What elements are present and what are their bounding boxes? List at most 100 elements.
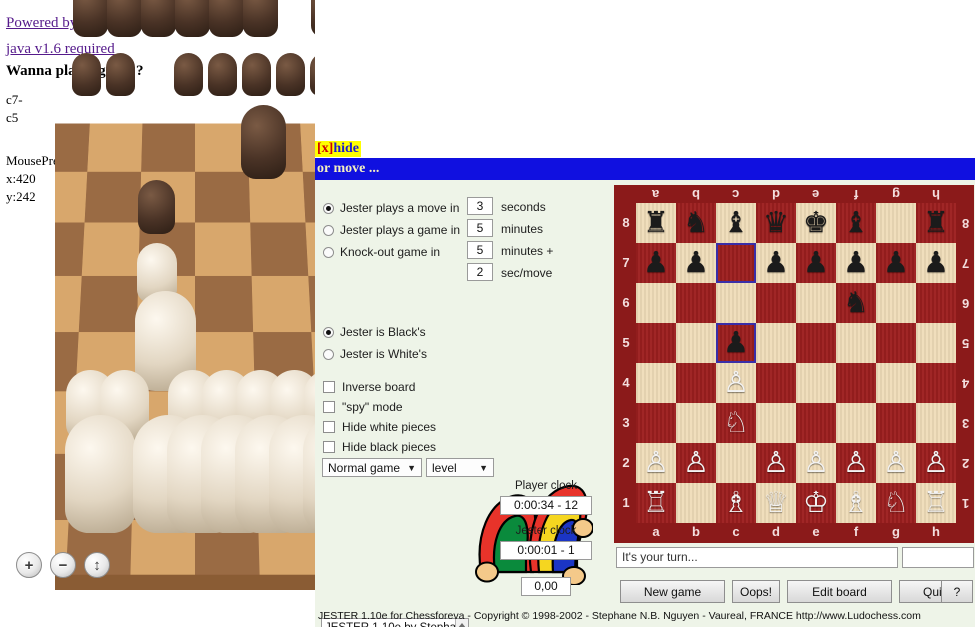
checkbox-hide-white[interactable]: Hide white pieces [323, 418, 436, 436]
board-square-e6[interactable] [796, 283, 836, 323]
knockout-minutes-input[interactable]: 5 [467, 241, 493, 259]
piece-bp[interactable]: ♟ [763, 248, 789, 278]
board-square-a7[interactable]: ♟ [636, 243, 676, 283]
piece3d-bk[interactable] [209, 0, 244, 38]
seconds-input[interactable]: 3 [467, 197, 493, 215]
checkbox-icon[interactable] [323, 441, 335, 453]
piece-wp[interactable]: ♙ [803, 448, 829, 478]
board3d-square[interactable] [55, 123, 90, 172]
board-square-d3[interactable] [756, 403, 796, 443]
piece-wp[interactable]: ♙ [723, 368, 749, 398]
board-square-d5[interactable] [756, 323, 796, 363]
piece3d-bn[interactable] [107, 0, 142, 38]
board-square-h1[interactable]: ♖ [916, 483, 956, 523]
piece3d-bb[interactable] [243, 0, 278, 38]
checkbox-icon[interactable] [323, 401, 335, 413]
piece3d-bp[interactable] [72, 52, 102, 96]
board3d-square[interactable] [250, 222, 309, 276]
piece3d-br[interactable] [311, 0, 315, 38]
board-square-h4[interactable] [916, 363, 956, 403]
board-square-b4[interactable] [676, 363, 716, 403]
checkbox-icon[interactable] [323, 421, 335, 433]
mode-option-2[interactable]: Knock-out game in [323, 242, 440, 262]
board3d-square[interactable] [78, 275, 139, 333]
piece-wp[interactable]: ♙ [763, 448, 789, 478]
piece-wn[interactable]: ♘ [723, 408, 749, 438]
piece3d-bp[interactable] [276, 52, 306, 96]
board-square-f5[interactable] [836, 323, 876, 363]
hide-applet-toggle[interactable]: [x]hide [315, 141, 362, 157]
scroll-up-icon[interactable] [458, 623, 466, 627]
piece-wr[interactable]: ♖ [923, 488, 949, 518]
board-square-b1[interactable] [676, 483, 716, 523]
board-square-h5[interactable] [916, 323, 956, 363]
board3d-square[interactable] [55, 222, 85, 276]
board-square-a4[interactable] [636, 363, 676, 403]
board3d-square[interactable] [302, 171, 315, 223]
board-square-d1[interactable]: ♕ [756, 483, 796, 523]
piece-bp[interactable]: ♟ [723, 328, 749, 358]
board-square-b3[interactable] [676, 403, 716, 443]
piece-bp[interactable]: ♟ [643, 248, 669, 278]
radio-icon[interactable] [323, 224, 334, 236]
board-square-g5[interactable] [876, 323, 916, 363]
board3d-square[interactable] [195, 171, 251, 223]
piece-wp[interactable]: ♙ [923, 448, 949, 478]
piece3d-bp[interactable] [208, 52, 238, 96]
piece-br[interactable]: ♜ [923, 208, 949, 238]
board-square-b8[interactable]: ♞ [676, 203, 716, 243]
piece3d-bq[interactable] [175, 0, 210, 38]
board-square-h6[interactable] [916, 283, 956, 323]
checkbox-hide-black[interactable]: Hide black pieces [323, 438, 436, 456]
oops-button[interactable]: Oops! [732, 580, 780, 603]
piece-bp[interactable]: ♟ [923, 248, 949, 278]
board-square-f8[interactable]: ♝ [836, 203, 876, 243]
new-game-button[interactable]: New game [620, 580, 725, 603]
board-square-h3[interactable] [916, 403, 956, 443]
radio-icon[interactable] [323, 348, 334, 360]
piece3d-br[interactable] [73, 0, 108, 38]
piece-bn[interactable]: ♞ [843, 288, 869, 318]
board-square-g2[interactable]: ♙ [876, 443, 916, 483]
board-square-b5[interactable] [676, 323, 716, 363]
piece-wr[interactable]: ♖ [643, 488, 669, 518]
chess-board-2d[interactable]: ♜ ♞ ♝ ♛ ♚ ♝ ♜ ♟ ♟ ♟ ♟ ♟ ♟ ♟ ♞ ♟ ♙ ♘ ♙ ♙ ♙ ♙ ♙ ♙ ♙ ♖ ♗ ♕ ♔ ♗ ♘ ♖ a a b b c c d… [614, 185, 974, 543]
board-square-c8[interactable]: ♝ [716, 203, 756, 243]
board-square-c1[interactable]: ♗ [716, 483, 756, 523]
board-square-d4[interactable] [756, 363, 796, 403]
board-square-d6[interactable] [756, 283, 796, 323]
radio-icon[interactable] [323, 326, 334, 338]
radio-icon[interactable] [323, 202, 334, 214]
board-square-h7[interactable]: ♟ [916, 243, 956, 283]
board3d-square[interactable] [87, 123, 143, 172]
board-square-e5[interactable] [796, 323, 836, 363]
piece-bb[interactable]: ♝ [843, 208, 869, 238]
board-square-b2[interactable]: ♙ [676, 443, 716, 483]
piece-bn[interactable]: ♞ [683, 208, 709, 238]
piece-wn[interactable]: ♘ [883, 488, 909, 518]
zoom-out-button[interactable]: − [50, 552, 76, 578]
board-square-e1[interactable]: ♔ [796, 483, 836, 523]
board-square-c5[interactable]: ♟ [716, 323, 756, 363]
board-square-c3[interactable]: ♘ [716, 403, 756, 443]
board-square-c7[interactable] [716, 243, 756, 283]
piece3d-bb[interactable] [141, 0, 176, 38]
board-square-a3[interactable] [636, 403, 676, 443]
side-option-black[interactable]: Jester is Black's [323, 322, 426, 342]
piece3d-bp[interactable] [174, 52, 204, 96]
board-square-f1[interactable]: ♗ [836, 483, 876, 523]
piece-wp[interactable]: ♙ [643, 448, 669, 478]
increment-input[interactable]: 2 [467, 263, 493, 281]
board-3d-view[interactable] [55, 0, 315, 610]
board3d-square[interactable] [305, 222, 315, 276]
piece-bp[interactable]: ♟ [883, 248, 909, 278]
piece-bp[interactable]: ♟ [843, 248, 869, 278]
radio-icon[interactable] [323, 246, 334, 258]
board-square-b6[interactable] [676, 283, 716, 323]
secondary-status-field[interactable] [902, 547, 974, 568]
board-square-f2[interactable]: ♙ [836, 443, 876, 483]
checkbox-inverse-board[interactable]: Inverse board [323, 378, 415, 396]
board3d-square[interactable] [195, 222, 252, 276]
board-square-a8[interactable]: ♜ [636, 203, 676, 243]
side-option-white[interactable]: Jester is White's [323, 344, 427, 364]
